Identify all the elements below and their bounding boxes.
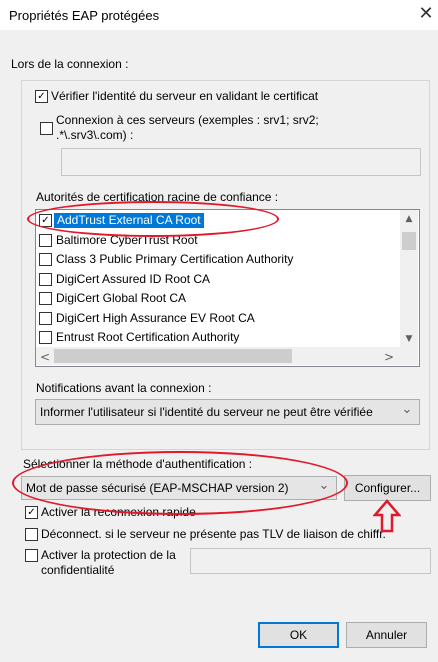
connection-group-label: Lors de la connexion : [11, 57, 129, 71]
window-title: Propriétés EAP protégées [9, 8, 160, 23]
ca-label: DigiCert High Assurance EV Root CA [56, 311, 255, 325]
scroll-left-icon[interactable]: < [38, 350, 52, 364]
hscroll-thumb[interactable] [54, 349, 292, 363]
disconnect-tlv-label: Déconnect. si le serveur ne présente pas… [41, 527, 386, 541]
up-arrow-icon [373, 499, 401, 533]
ca-checkbox[interactable] [39, 234, 52, 247]
privacy-input[interactable] [190, 548, 431, 574]
ok-button[interactable]: OK [258, 622, 339, 648]
connect-servers-label-line2: .*\.srv3\.com) : [56, 128, 134, 142]
scroll-up-icon[interactable]: ▲ [400, 214, 418, 224]
connect-servers-label-line1: Connexion à ces serveurs (exemples : srv… [56, 113, 319, 127]
list-item[interactable]: Class 3 Public Primary Certification Aut… [36, 251, 400, 268]
list-item[interactable]: Entrust Root Certification Authority [36, 329, 400, 346]
close-icon[interactable]: ✕ [418, 3, 434, 25]
vertical-scrollbar[interactable] [400, 210, 418, 347]
ca-checkbox[interactable] [39, 331, 52, 344]
notifications-value: Informer l'utilisateur si l'identité du … [40, 405, 373, 419]
verify-server-label: Vérifier l'identité du serveur en valida… [51, 89, 319, 103]
list-item[interactable]: DigiCert Global Root CA [36, 290, 400, 307]
ca-label: DigiCert Assured ID Root CA [56, 272, 211, 286]
verify-server-checkbox[interactable]: ✓ [35, 90, 48, 103]
scroll-right-icon[interactable]: > [382, 350, 396, 364]
chevron-down-icon: ⌄ [401, 402, 413, 417]
connect-servers-checkbox[interactable] [40, 122, 53, 135]
scroll-corner [400, 347, 418, 365]
annotation-oval-auth [12, 451, 348, 515]
ca-label: DigiCert Global Root CA [56, 291, 187, 305]
fast-reconnect-checkbox[interactable]: ✓ [25, 506, 38, 519]
cancel-button[interactable]: Annuler [346, 622, 427, 648]
notifications-label: Notifications avant la connexion : [36, 381, 212, 395]
notifications-dropdown[interactable]: Informer l'utilisateur si l'identité du … [35, 399, 420, 425]
ca-checkbox[interactable] [39, 292, 52, 305]
privacy-label-line2: confidentialité [41, 563, 115, 577]
servers-input[interactable] [61, 148, 421, 176]
ca-checkbox[interactable] [39, 273, 52, 286]
privacy-label-line1: Activer la protection de la [41, 548, 176, 562]
privacy-checkbox[interactable] [25, 549, 38, 562]
list-item[interactable]: DigiCert High Assurance EV Root CA [36, 310, 400, 327]
ca-checkbox[interactable] [39, 312, 52, 325]
configure-button[interactable]: Configurer... [344, 475, 431, 501]
scroll-down-icon[interactable]: ▼ [400, 334, 418, 344]
ca-label: Class 3 Public Primary Certification Aut… [56, 252, 294, 266]
ca-checkbox[interactable] [39, 253, 52, 266]
disconnect-tlv-checkbox[interactable] [25, 528, 38, 541]
list-item[interactable]: DigiCert Assured ID Root CA [36, 271, 400, 288]
annotation-oval-ca [27, 201, 279, 237]
scrollbar-thumb[interactable] [402, 232, 416, 250]
ca-label: Entrust Root Certification Authority [56, 330, 240, 344]
